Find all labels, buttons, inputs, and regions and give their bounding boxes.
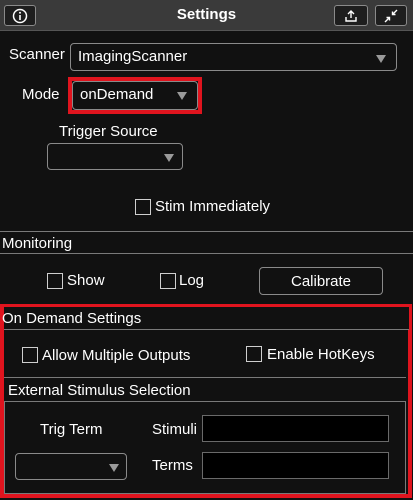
trig-term-dropdown[interactable] [15, 453, 127, 480]
chevron-down-icon [376, 55, 386, 63]
scanner-value: ImagingScanner [78, 48, 188, 65]
external-stimulus-header-label: External Stimulus Selection [8, 382, 191, 399]
log-label: Log [179, 272, 205, 289]
stim-immediately-label: Stim Immediately [155, 198, 271, 215]
monitoring-header: Monitoring [0, 231, 413, 254]
export-icon [345, 9, 357, 22]
mode-label: Mode [22, 86, 60, 103]
mode-dropdown[interactable]: onDemand [72, 81, 198, 110]
log-checkbox[interactable] [160, 273, 176, 289]
scanner-dropdown[interactable]: ImagingScanner [70, 43, 397, 71]
stim-immediately-checkbox[interactable] [135, 199, 151, 215]
trig-term-label: Trig Term [40, 421, 103, 438]
allow-multiple-outputs-checkbox[interactable] [22, 347, 38, 363]
allow-multiple-outputs-label: Allow Multiple Outputs [42, 347, 191, 364]
monitoring-header-label: Monitoring [2, 235, 73, 252]
calibrate-button[interactable]: Calibrate [259, 267, 383, 295]
terms-field[interactable] [202, 452, 389, 479]
info-icon [12, 8, 28, 23]
stimuli-label: Stimuli [152, 421, 198, 438]
chevron-down-icon [177, 92, 187, 100]
chevron-down-icon [164, 154, 174, 162]
chevron-down-icon [109, 464, 119, 472]
scanner-label: Scanner [9, 46, 65, 63]
enable-hotkeys-label: Enable HotKeys [267, 346, 375, 363]
external-stimulus-header: External Stimulus Selection [4, 377, 406, 402]
export-button[interactable] [334, 5, 368, 26]
collapse-button[interactable] [375, 5, 407, 26]
on-demand-header-label: On Demand Settings [2, 310, 142, 327]
enable-hotkeys-checkbox[interactable] [246, 346, 262, 362]
info-button[interactable] [4, 5, 36, 26]
trigger-source-label: Trigger Source [59, 123, 158, 140]
on-demand-header: On Demand Settings [2, 307, 409, 330]
stimuli-field[interactable] [202, 415, 389, 442]
terms-label: Terms [152, 457, 193, 474]
show-label: Show [67, 272, 105, 289]
show-checkbox[interactable] [47, 273, 63, 289]
mode-value: onDemand [80, 86, 154, 103]
collapse-icon [384, 9, 398, 22]
calibrate-button-label: Calibrate [290, 272, 352, 290]
trigger-source-dropdown[interactable] [47, 143, 183, 170]
